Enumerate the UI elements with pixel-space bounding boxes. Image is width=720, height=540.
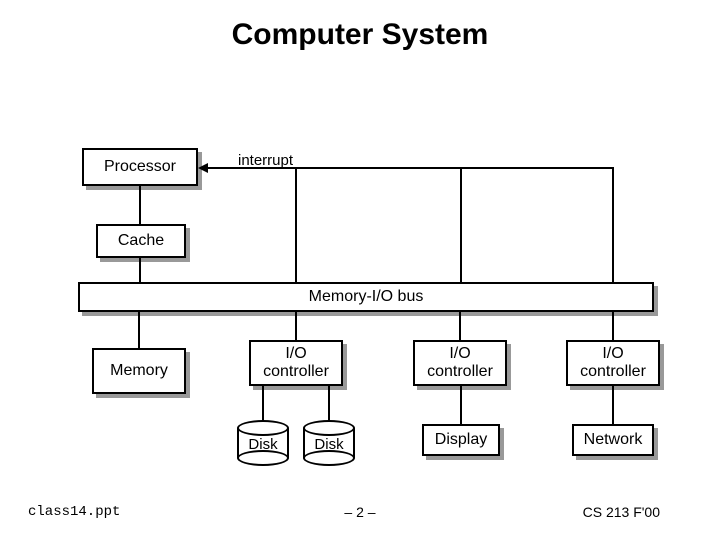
disk-1: Disk (237, 420, 289, 466)
processor-box: Processor (82, 148, 198, 186)
interrupt-branch-h (234, 167, 614, 169)
bus-box: Memory-I/O bus (78, 282, 654, 312)
io-controller-2: I/O controller (413, 340, 507, 386)
display-io-line (460, 386, 462, 424)
interrupt-line (208, 167, 234, 169)
proc-cache-line (139, 186, 141, 224)
interrupt-arrow-icon (198, 163, 208, 173)
interrupt-trunk (295, 167, 297, 282)
memory-box: Memory (92, 348, 186, 394)
disk-2-label: Disk (303, 436, 355, 453)
interrupt-v-io2 (460, 167, 462, 282)
interrupt-v-io3 (612, 167, 614, 282)
memory-bus-line (138, 312, 140, 348)
io-controller-1: I/O controller (249, 340, 343, 386)
io3-bus-line (612, 312, 614, 340)
network-io-line (612, 386, 614, 424)
network-box: Network (572, 424, 654, 456)
io1-bus-line (295, 312, 297, 340)
page-title: Computer System (0, 18, 720, 52)
disk1-io-line (262, 386, 264, 422)
cache-bus-line (139, 258, 141, 282)
disk-1-label: Disk (237, 436, 289, 453)
footer-course: CS 213 F'00 (583, 504, 660, 520)
cache-box: Cache (96, 224, 186, 258)
disk-2: Disk (303, 420, 355, 466)
display-box: Display (422, 424, 500, 456)
io2-bus-line (459, 312, 461, 340)
disk2-io-line (328, 386, 330, 422)
io-controller-3: I/O controller (566, 340, 660, 386)
